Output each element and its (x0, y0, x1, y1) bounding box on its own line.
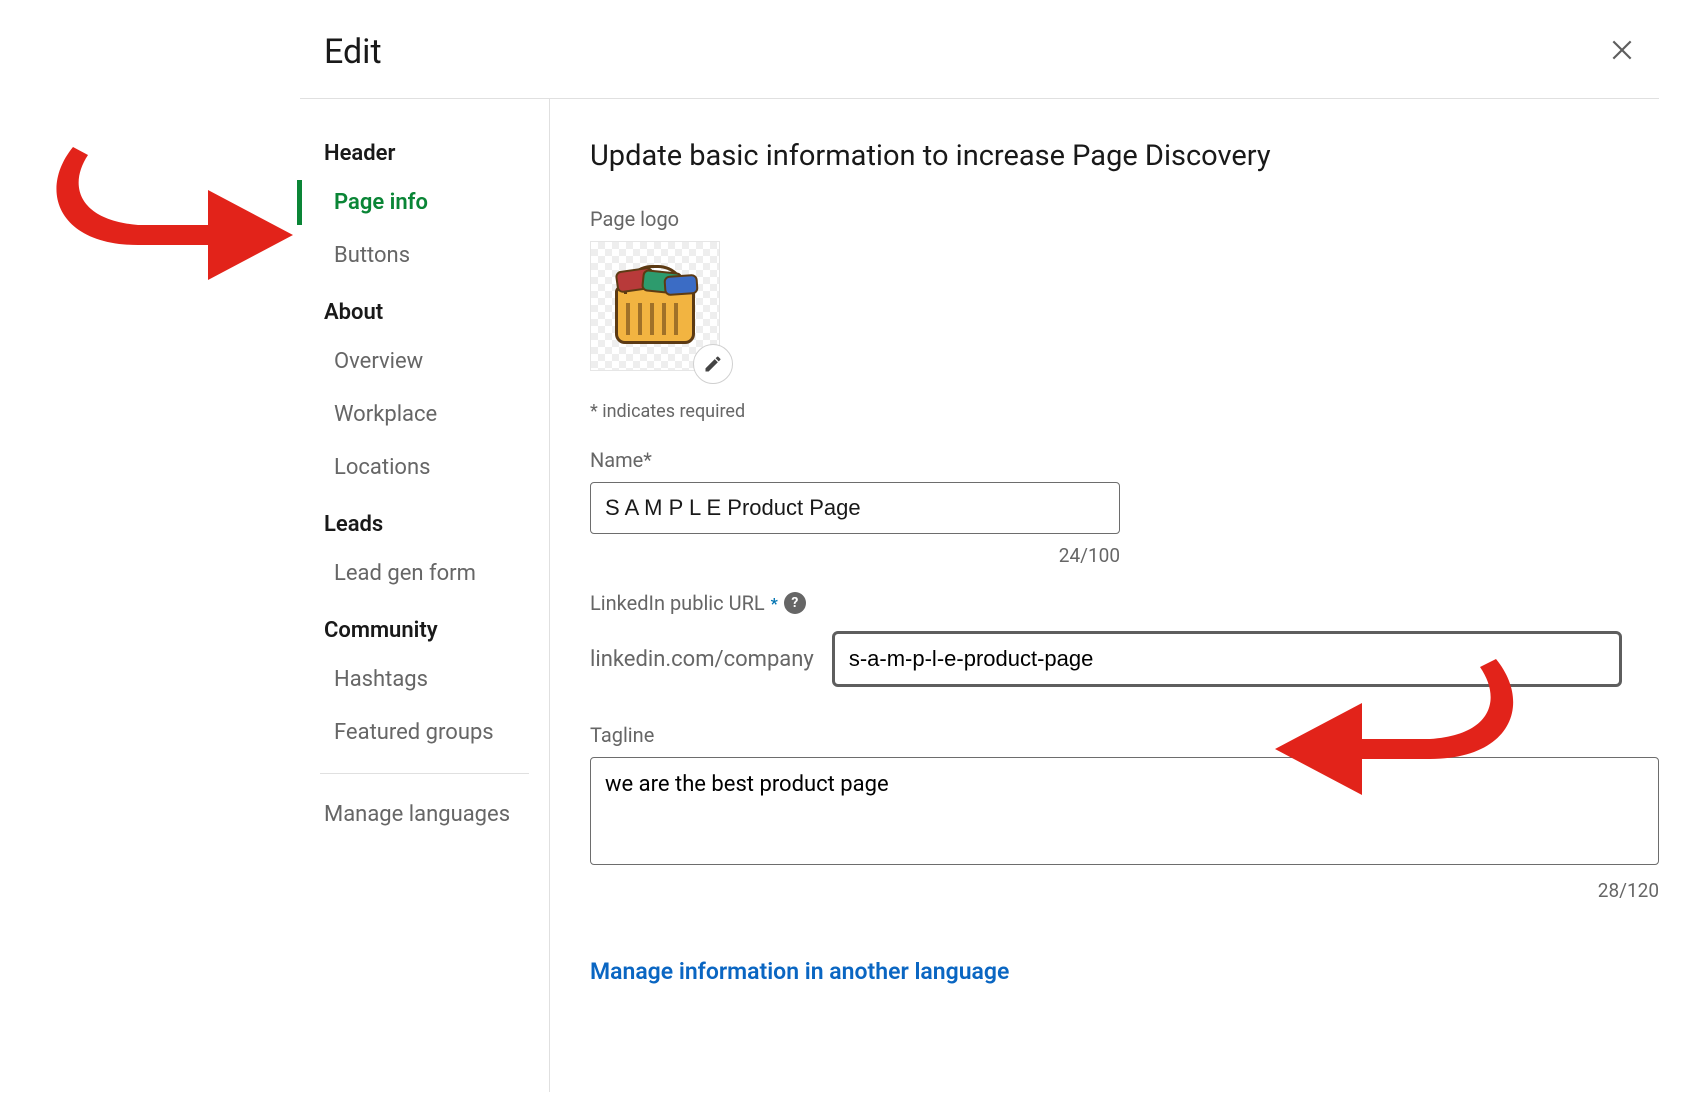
sidebar-section-community: Community (300, 600, 549, 653)
sidebar-item-hashtags[interactable]: Hashtags (300, 653, 549, 706)
sidebar: Header Page info Buttons About Overview … (300, 99, 550, 1092)
sidebar-item-manage-languages[interactable]: Manage languages (300, 788, 549, 841)
help-icon[interactable]: ? (784, 592, 806, 614)
sidebar-item-overview[interactable]: Overview (300, 335, 549, 388)
basket-icon (615, 286, 695, 344)
name-input[interactable] (590, 482, 1120, 534)
page-logo-label: Page logo (590, 207, 1659, 231)
annotation-arrow-left (48, 135, 298, 285)
sidebar-item-page-info[interactable]: Page info (300, 176, 549, 229)
tagline-input[interactable] (590, 757, 1659, 865)
sidebar-item-featured-groups[interactable]: Featured groups (300, 706, 549, 759)
sidebar-section-header: Header (300, 123, 549, 176)
tagline-label: Tagline (590, 723, 1659, 747)
required-hint: * indicates required (590, 401, 1659, 422)
tagline-counter: 28/120 (590, 879, 1659, 902)
sidebar-section-leads: Leads (300, 494, 549, 547)
pencil-icon (703, 354, 723, 374)
url-prefix: linkedin.com/company (590, 647, 814, 672)
sidebar-section-about: About (300, 282, 549, 335)
manage-language-link[interactable]: Manage information in another language (590, 958, 1009, 985)
content-heading: Update basic information to increase Pag… (590, 139, 1659, 173)
url-input[interactable] (832, 631, 1622, 687)
url-label: LinkedIn public URL (590, 591, 765, 615)
edit-modal: Edit Header Page info Buttons About Over… (300, 20, 1659, 1093)
modal-header: Edit (300, 20, 1659, 99)
sidebar-item-buttons[interactable]: Buttons (300, 229, 549, 282)
modal-title: Edit (324, 32, 382, 72)
close-button[interactable] (1609, 35, 1635, 69)
content-pane: Update basic information to increase Pag… (550, 99, 1659, 1092)
name-counter: 24/100 (590, 544, 1120, 567)
sidebar-divider (320, 773, 529, 774)
sidebar-item-workplace[interactable]: Workplace (300, 388, 549, 441)
edit-logo-button[interactable] (693, 344, 733, 384)
page-logo-preview (590, 241, 720, 371)
sidebar-item-locations[interactable]: Locations (300, 441, 549, 494)
name-label: Name* (590, 448, 1659, 472)
sidebar-item-lead-gen-form[interactable]: Lead gen form (300, 547, 549, 600)
close-icon (1609, 37, 1635, 63)
url-required-star: * (771, 594, 778, 613)
